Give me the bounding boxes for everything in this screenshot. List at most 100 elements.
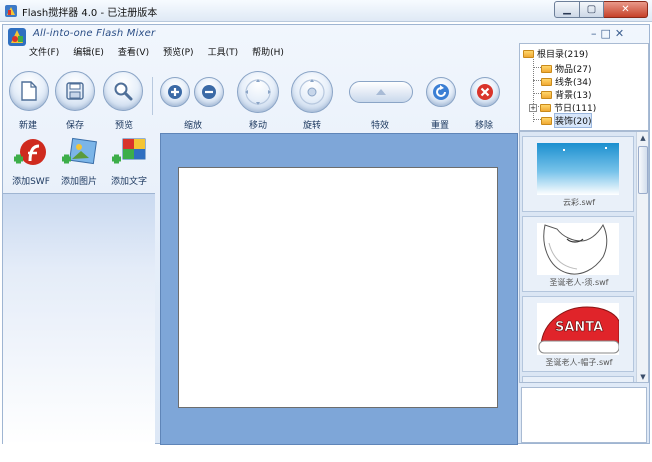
scroll-down-arrow-icon[interactable]: ▼: [638, 372, 648, 382]
tree-label: 背景(13): [555, 91, 592, 101]
thumbnail-panel: 云彩.swf 圣诞老人-须.swf SANTA 圣诞老人-帽子.swf ▲ ▼: [519, 131, 649, 383]
app-header: All-into-one Flash Mixer 文件(F) 编辑(E) 查看(…: [3, 25, 515, 65]
os-title-bar: Flash搅拌器 4.0 - 已注册版本 ▁ ▢ ✕: [0, 0, 652, 22]
app-logo-icon: [8, 28, 26, 46]
move-button[interactable]: [237, 71, 279, 113]
preview-label: 预览: [115, 121, 134, 131]
zoom-label: 缩放: [184, 121, 203, 131]
remove-x-icon: [470, 77, 500, 107]
add-image-label: 添加图片: [60, 177, 97, 187]
remove-button[interactable]: [469, 71, 501, 107]
minimize-button[interactable]: ▁: [554, 1, 580, 18]
folder-icon: [523, 49, 534, 58]
thumbnail-scrollbar[interactable]: ▲ ▼: [636, 132, 648, 382]
tree-branch: [533, 119, 541, 120]
move-icon: [237, 71, 279, 113]
add-swf-button[interactable]: 添加SWF: [7, 137, 55, 187]
folder-icon: [540, 103, 551, 112]
thumbnail-caption: 圣诞老人-须.swf: [549, 278, 609, 287]
tree-item-backgrounds[interactable]: 背景(13): [541, 88, 591, 101]
tree-item-holidays[interactable]: + 节日(111): [529, 101, 596, 114]
tree-item-decorations[interactable]: 装饰(20): [541, 113, 593, 128]
reset-label: 重置: [431, 121, 450, 131]
category-tree: 根目录(219) 物品(27) 线条(34) 背景(13) + 节日(111) …: [519, 43, 649, 131]
inner-window-controls: – □ ✕: [591, 27, 624, 40]
inner-restore-button[interactable]: □: [601, 27, 611, 40]
plus-icon: [160, 77, 190, 107]
maximize-button[interactable]: ▢: [580, 1, 604, 18]
new-icon: [9, 71, 49, 111]
remove-label: 移除: [475, 121, 494, 131]
inner-close-button[interactable]: ✕: [615, 27, 624, 40]
tree-label: 装饰(20): [553, 113, 593, 128]
save-icon: [55, 71, 95, 111]
effects-label: 特效: [371, 121, 390, 131]
move-label: 移动: [249, 121, 268, 131]
effects-button[interactable]: [349, 81, 413, 103]
text-icon: [109, 137, 149, 171]
santa-hat-thumbnail-image: SANTA: [537, 303, 619, 355]
app-title: All-into-one Flash Mixer: [33, 28, 156, 39]
menu-tools[interactable]: 工具(T): [208, 45, 239, 58]
folder-icon: [541, 116, 552, 125]
stage-area: [160, 133, 518, 445]
menu-help[interactable]: 帮助(H): [252, 45, 284, 58]
tree-item-objects[interactable]: 物品(27): [541, 62, 591, 75]
tree-label: 节日(111): [554, 104, 597, 114]
canvas[interactable]: [178, 167, 498, 408]
tree-item-lines[interactable]: 线条(34): [541, 75, 591, 88]
add-text-button[interactable]: 添加文字: [105, 137, 153, 187]
tree-branch: [533, 80, 541, 81]
window-buttons: ▁ ▢ ✕: [554, 1, 648, 19]
add-text-label: 添加文字: [110, 177, 147, 187]
refresh-icon: [426, 77, 456, 107]
flash-mixer-app-icon: [5, 5, 17, 17]
window-title: Flash搅拌器 4.0 - 已注册版本: [22, 8, 158, 19]
zoom-out-button[interactable]: [193, 71, 225, 107]
menu-preview[interactable]: 预览(P): [163, 45, 193, 58]
expand-plus-icon[interactable]: +: [529, 103, 537, 112]
new-label: 新建: [19, 121, 38, 131]
app-frame: All-into-one Flash Mixer 文件(F) 编辑(E) 查看(…: [2, 24, 650, 445]
thumbnail-item[interactable]: 云彩.swf: [522, 136, 634, 212]
toolbar-separator: [152, 77, 153, 115]
add-image-button[interactable]: 添加图片: [55, 137, 103, 187]
close-button[interactable]: ✕: [604, 1, 648, 18]
zoom-in-button[interactable]: [159, 71, 191, 107]
preview-box: [521, 387, 647, 443]
beard-thumbnail-image: [537, 223, 619, 275]
add-buttons: 添加SWF 添加图片 添加文字: [3, 133, 155, 189]
magnifier-icon: [103, 71, 143, 111]
save-button[interactable]: [55, 71, 95, 111]
thumbnail-caption: 圣诞老人-帽子.swf: [545, 358, 613, 367]
tree-label: 物品(27): [555, 65, 592, 75]
thumbnail-caption: 云彩.swf: [562, 198, 596, 207]
folder-icon: [541, 64, 552, 73]
reset-button[interactable]: [425, 71, 457, 107]
new-button[interactable]: [9, 71, 49, 111]
save-label: 保存: [66, 121, 85, 131]
preview-button[interactable]: [103, 71, 143, 111]
scrollbar-thumb[interactable]: [638, 146, 648, 194]
santa-hat-text: SANTA: [555, 320, 603, 335]
layer-list[interactable]: [3, 193, 155, 445]
menu-edit[interactable]: 编辑(E): [73, 45, 104, 58]
cloud-thumbnail-image: [537, 143, 619, 195]
rotate-icon: [291, 71, 333, 113]
rotate-button[interactable]: [291, 71, 333, 113]
toolbar: 新建 保存 预览 缩放 移动 旋转 特效 重置 移除: [3, 71, 515, 131]
tree-label: 根目录(219): [537, 50, 589, 60]
scroll-up-arrow-icon[interactable]: ▲: [638, 133, 648, 143]
left-panel: 添加SWF 添加图片 添加文字: [3, 133, 155, 445]
menu-file[interactable]: 文件(F): [29, 45, 59, 58]
menu-bar: 文件(F) 编辑(E) 查看(V) 预览(P) 工具(T) 帮助(H): [29, 45, 284, 58]
folder-icon: [541, 90, 552, 99]
thumbnail-item[interactable]: SANTA 圣诞老人-帽子.swf: [522, 296, 634, 372]
menu-view[interactable]: 查看(V): [118, 45, 149, 58]
thumbnail-item[interactable]: 圣诞老人-须.swf: [522, 216, 634, 292]
thumbnail-item[interactable]: [522, 376, 634, 382]
inner-minimize-button[interactable]: –: [591, 27, 597, 40]
image-icon: [59, 137, 99, 171]
tree-item-root[interactable]: 根目录(219): [523, 47, 588, 60]
effects-arrow-icon: [376, 89, 386, 95]
